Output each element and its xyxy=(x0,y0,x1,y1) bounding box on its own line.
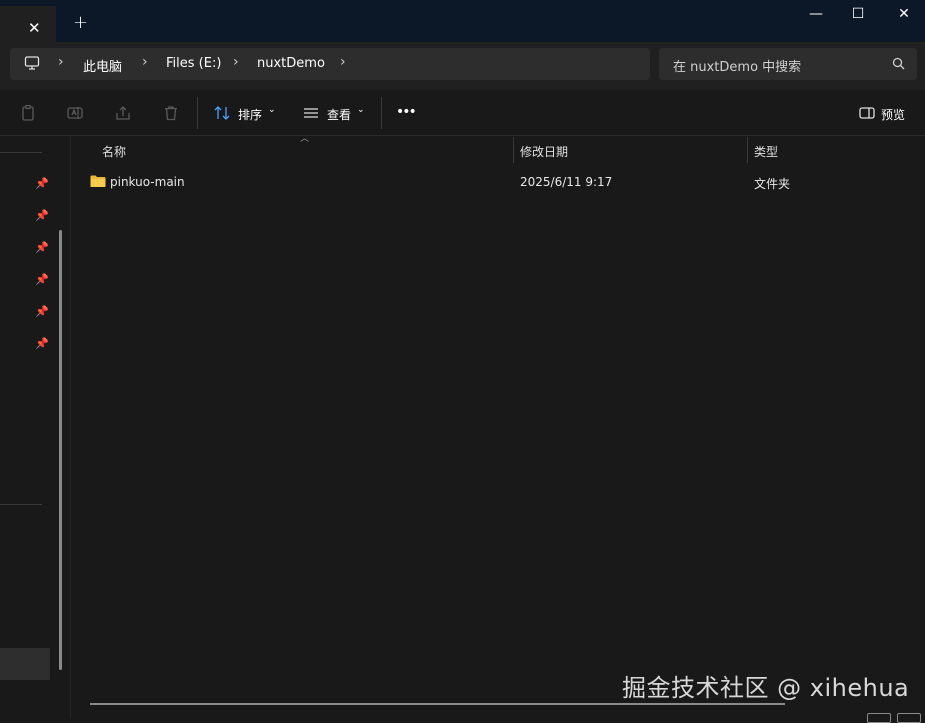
toolbar-divider xyxy=(197,97,198,129)
close-window-button[interactable]: ✕ xyxy=(884,6,924,28)
pin-icon[interactable]: 📌 xyxy=(35,177,49,190)
view-icon[interactable] xyxy=(302,104,320,122)
column-divider[interactable] xyxy=(513,137,514,163)
chevron-right-icon[interactable]: › xyxy=(340,54,346,70)
nav-item-selected[interactable] xyxy=(0,648,50,680)
computer-icon[interactable] xyxy=(24,55,40,74)
address-bar[interactable]: › 此电脑 › Files (E:) › nuxtDemo › xyxy=(10,48,650,80)
tab-active[interactable]: ✕ xyxy=(0,6,56,42)
search-placeholder: 在 nuxtDemo 中搜索 xyxy=(673,60,802,75)
breadcrumb-this-pc[interactable]: 此电脑 xyxy=(83,56,122,75)
pin-icon[interactable]: 📌 xyxy=(35,337,49,350)
pin-icon[interactable]: 📌 xyxy=(35,241,49,254)
horizontal-scrollbar[interactable] xyxy=(90,703,785,705)
preview-button[interactable]: 预览 xyxy=(881,106,905,123)
table-row[interactable]: pinkuo-main 2025/6/11 9:17 文件夹 xyxy=(80,172,920,192)
nav-divider xyxy=(0,504,42,505)
sort-up-icon: ︿ xyxy=(300,134,310,144)
new-tab-button[interactable]: + xyxy=(73,12,88,33)
maximize-button[interactable]: ☐ xyxy=(838,6,878,28)
share-icon[interactable] xyxy=(114,104,132,122)
chevron-down-icon[interactable]: ⌄ xyxy=(357,105,365,115)
watermark: 掘金技术社区 @ xihehua xyxy=(622,674,910,702)
minimize-button[interactable]: — xyxy=(796,6,836,28)
pin-icon[interactable]: 📌 xyxy=(35,305,49,318)
column-header-name[interactable]: 名称 xyxy=(102,143,126,160)
delete-icon[interactable] xyxy=(162,104,180,122)
pin-icon[interactable]: 📌 xyxy=(35,273,49,286)
tiles-view-icon[interactable] xyxy=(897,713,921,723)
column-divider[interactable] xyxy=(747,137,748,163)
sort-button[interactable]: 排序 xyxy=(238,106,262,123)
title-bar xyxy=(0,0,925,42)
pin-icon[interactable]: 📌 xyxy=(35,209,49,222)
file-modified: 2025/6/11 9:17 xyxy=(520,175,613,189)
breadcrumb-drive[interactable]: Files (E:) xyxy=(166,56,221,71)
folder-icon xyxy=(90,174,106,191)
rename-icon[interactable] xyxy=(66,104,84,122)
chevron-right-icon[interactable]: › xyxy=(142,54,148,70)
column-header-modified[interactable]: 修改日期 xyxy=(520,143,568,160)
nav-divider xyxy=(0,152,42,153)
command-bar xyxy=(0,90,925,136)
details-view-icon[interactable] xyxy=(867,713,891,723)
chevron-right-icon[interactable]: › xyxy=(233,54,239,70)
file-type: 文件夹 xyxy=(754,177,791,191)
search-icon[interactable] xyxy=(892,57,905,73)
nav-scrollbar[interactable] xyxy=(59,230,62,670)
chevron-down-icon[interactable]: ⌄ xyxy=(268,105,276,115)
preview-pane-icon[interactable] xyxy=(858,104,876,122)
copy-icon[interactable] xyxy=(19,104,37,122)
search-input[interactable]: 在 nuxtDemo 中搜索 xyxy=(659,48,917,80)
file-name[interactable]: pinkuo-main xyxy=(110,175,185,189)
breadcrumb-folder[interactable]: nuxtDemo xyxy=(257,56,325,71)
column-header-type[interactable]: 类型 xyxy=(754,143,778,160)
sort-icon[interactable] xyxy=(213,104,231,122)
more-options-button[interactable]: ••• xyxy=(396,104,417,120)
chevron-right-icon[interactable]: › xyxy=(58,54,64,70)
view-button[interactable]: 查看 xyxy=(327,106,351,123)
toolbar-divider xyxy=(381,97,382,129)
tab-close-icon[interactable]: ✕ xyxy=(28,19,41,37)
